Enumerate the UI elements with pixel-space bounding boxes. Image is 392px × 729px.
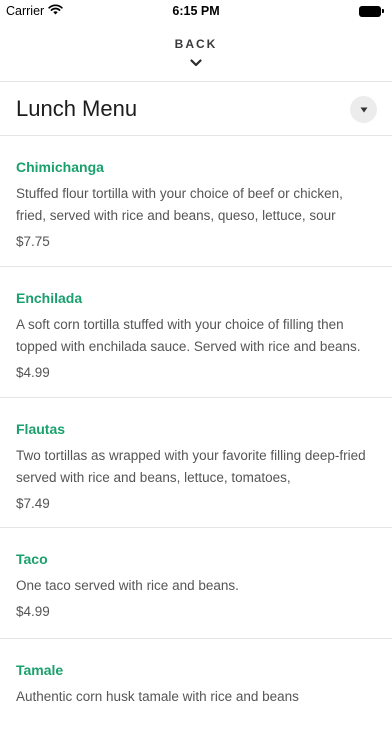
menu-list: Chimichanga Stuffed flour tortilla with … bbox=[0, 136, 392, 729]
caret-down-icon bbox=[360, 100, 368, 118]
item-price: $4.99 bbox=[16, 365, 50, 380]
battery-icon bbox=[359, 5, 384, 17]
item-description: Stuffed flour tortilla with your choice … bbox=[16, 186, 343, 223]
wifi-icon bbox=[48, 4, 63, 18]
item-price: $7.49 bbox=[16, 496, 50, 511]
menu-dropdown-button[interactable] bbox=[350, 95, 377, 123]
menu-item-flautas[interactable]: Flautas Two tortillas as wrapped with yo… bbox=[0, 398, 392, 528]
item-name: Tamale bbox=[16, 662, 64, 678]
carrier-label: Carrier bbox=[6, 4, 45, 18]
menu-item-taco[interactable]: Taco One taco served with rice and beans… bbox=[0, 528, 392, 639]
item-name: Chimichanga bbox=[16, 159, 104, 175]
menu-item-enchilada[interactable]: Enchilada A soft corn tortilla stuffed w… bbox=[0, 267, 392, 398]
item-description: A soft corn tortilla stuffed with your c… bbox=[16, 317, 361, 354]
back-label: BACK bbox=[174, 37, 218, 51]
item-description: Two tortillas as wrapped with your favor… bbox=[16, 448, 366, 485]
item-description: Authentic corn husk tamale with rice and… bbox=[16, 689, 299, 704]
chevron-down-icon bbox=[190, 54, 202, 72]
item-name: Taco bbox=[16, 551, 48, 567]
item-name: Enchilada bbox=[16, 290, 83, 306]
page-title: Lunch Menu bbox=[16, 96, 138, 121]
item-price: $7.75 bbox=[16, 234, 50, 249]
status-left: Carrier bbox=[6, 4, 63, 18]
menu-item-chimichanga[interactable]: Chimichanga Stuffed flour tortilla with … bbox=[0, 136, 392, 267]
menu-header: Lunch Menu bbox=[0, 82, 392, 136]
item-price: $4.99 bbox=[16, 604, 50, 619]
status-bar: Carrier 6:15 PM bbox=[0, 0, 392, 22]
menu-item-tamale[interactable]: Tamale Authentic corn husk tamale with r… bbox=[0, 639, 392, 729]
item-name: Flautas bbox=[16, 421, 66, 437]
back-button[interactable]: BACK bbox=[0, 30, 392, 82]
item-description: One taco served with rice and beans. bbox=[16, 578, 239, 593]
